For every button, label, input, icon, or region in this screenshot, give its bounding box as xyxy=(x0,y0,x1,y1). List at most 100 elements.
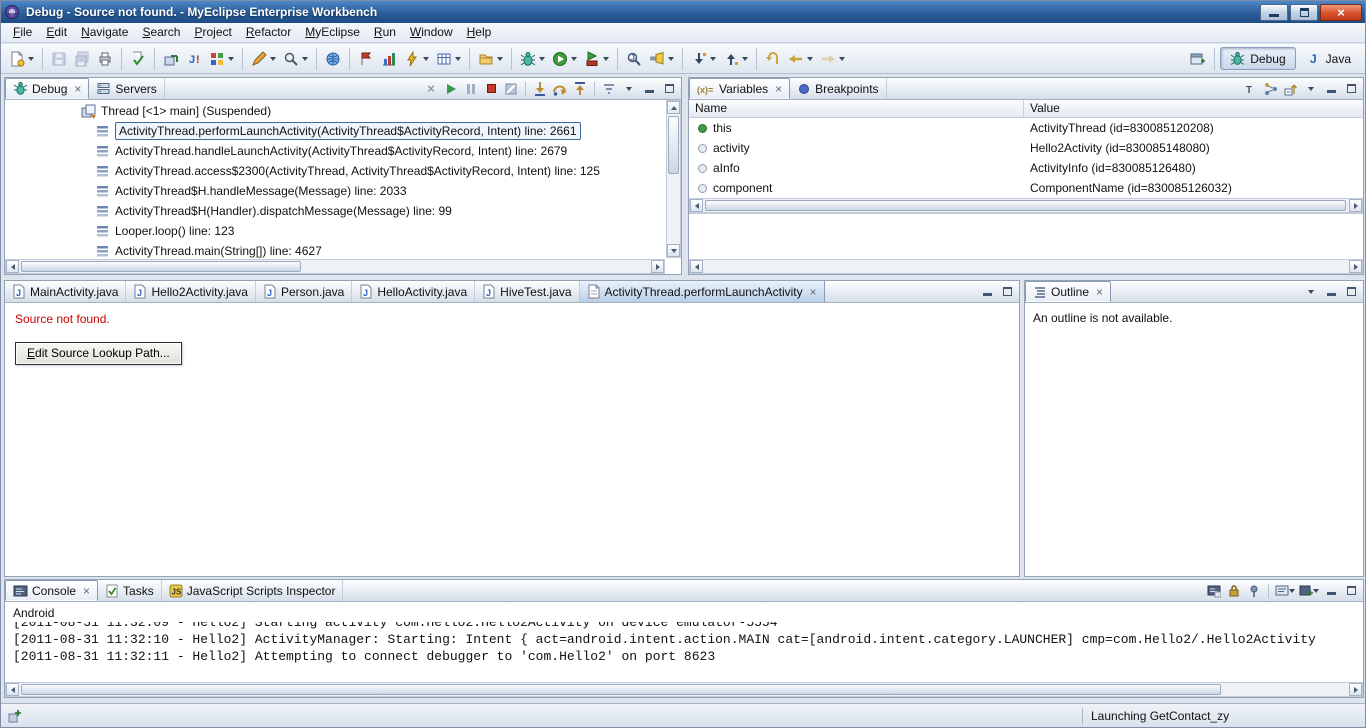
detail-horizontal-scrollbar[interactable] xyxy=(689,259,1363,274)
menu-run[interactable]: Run xyxy=(367,23,403,42)
scrollbar-thumb[interactable] xyxy=(21,684,1221,695)
scroll-left-button[interactable] xyxy=(690,199,703,212)
maximize-view-icon[interactable] xyxy=(661,80,677,98)
scroll-down-button[interactable] xyxy=(667,244,680,257)
perspective-debug-button[interactable]: Debug xyxy=(1220,47,1296,70)
resume-icon[interactable] xyxy=(443,80,459,98)
scrollbar-thumb[interactable] xyxy=(21,261,301,272)
tab-variables[interactable]: (x)= Variables × xyxy=(689,78,791,99)
menu-help[interactable]: Help xyxy=(460,23,499,42)
scroll-left-button[interactable] xyxy=(6,260,19,273)
menu-window[interactable]: Window xyxy=(403,23,460,42)
open-type-button[interactable]: J xyxy=(623,47,645,71)
scroll-left-button[interactable] xyxy=(690,260,703,273)
scroll-left-button[interactable] xyxy=(6,683,19,696)
column-header-value[interactable]: Value xyxy=(1024,100,1363,117)
deploy-to-server-button[interactable] xyxy=(160,47,182,71)
minimize-view-icon[interactable] xyxy=(641,80,657,98)
stack-frame-row[interactable]: ActivityThread.main(String[]) line: 4627 xyxy=(5,241,665,258)
menu-edit[interactable]: Edit xyxy=(39,23,74,42)
debug-button[interactable] xyxy=(517,47,548,71)
stack-frame-row[interactable]: ActivityThread$H.handleMessage(Message) … xyxy=(5,181,665,201)
tab-outline[interactable]: Outline × xyxy=(1025,281,1112,302)
menu-file[interactable]: File xyxy=(6,23,39,42)
disconnect-icon[interactable] xyxy=(503,80,519,98)
close-tab-icon[interactable]: × xyxy=(810,286,817,298)
variable-row[interactable]: component ComponentName (id=830085126032… xyxy=(689,178,1363,198)
console-output[interactable]: Android [2011-08-31 11:32:09 - Hello2] S… xyxy=(5,602,1363,681)
editor-tab[interactable]: J Person.java xyxy=(256,281,353,302)
minimize-view-icon[interactable] xyxy=(1323,283,1339,301)
view-menu-icon[interactable] xyxy=(1303,80,1319,98)
variables-detail-pane[interactable] xyxy=(689,213,1363,259)
stack-frame-row[interactable]: Looper.loop() line: 123 xyxy=(5,221,665,241)
scroll-right-button[interactable] xyxy=(1349,683,1362,696)
tab-breakpoints[interactable]: Breakpoints xyxy=(790,78,887,99)
run-button[interactable] xyxy=(549,47,580,71)
run-jsp-button[interactable]: J! xyxy=(183,47,205,71)
editor-tab[interactable]: J HelloActivity.java xyxy=(352,281,476,302)
tab-console[interactable]: Console × xyxy=(5,580,99,601)
stack-frame-row[interactable]: ActivityThread.access$2300(ActivityThrea… xyxy=(5,161,665,181)
menu-myeclipse[interactable]: MyEclipse xyxy=(298,23,367,42)
tab-javascript-inspector[interactable]: JS JavaScript Scripts Inspector xyxy=(162,580,344,601)
thread-row[interactable]: Thread [<1> main] (Suspended) xyxy=(5,101,665,121)
visual-editor-palette-button[interactable] xyxy=(206,47,237,71)
close-tab-icon[interactable]: × xyxy=(775,83,782,95)
save-button[interactable] xyxy=(48,47,70,71)
variable-row[interactable]: this ActivityThread (id=830085120208) xyxy=(689,118,1363,138)
last-edit-location-button[interactable] xyxy=(762,47,784,71)
collapse-all-icon[interactable] xyxy=(1283,80,1299,98)
save-all-button[interactable] xyxy=(71,47,93,71)
edit-source-lookup-path-button[interactable]: Edit Source Lookup Path... xyxy=(15,342,182,365)
close-tab-icon[interactable]: × xyxy=(1096,286,1103,298)
close-button[interactable]: × xyxy=(1320,3,1362,21)
display-selected-console-icon[interactable] xyxy=(1275,582,1295,600)
pin-console-icon[interactable] xyxy=(1246,582,1262,600)
forward-button[interactable] xyxy=(817,47,848,71)
validate-button[interactable] xyxy=(127,47,149,71)
terminate-icon[interactable] xyxy=(483,80,499,98)
editor-tab[interactable]: J HiveTest.java xyxy=(475,281,580,302)
show-type-names-icon[interactable]: T xyxy=(1243,80,1259,98)
maximize-view-icon[interactable] xyxy=(1343,283,1359,301)
close-tab-icon[interactable]: × xyxy=(74,83,81,95)
debug-vertical-scrollbar[interactable] xyxy=(666,100,681,258)
remove-terminated-icon[interactable]: × xyxy=(423,80,439,98)
step-filters-icon[interactable] xyxy=(601,80,617,98)
maximize-view-icon[interactable] xyxy=(999,283,1015,301)
menu-navigate[interactable]: Navigate xyxy=(74,23,135,42)
view-menu-icon[interactable] xyxy=(621,80,637,98)
variable-row[interactable]: activity Hello2Activity (id=830085148080… xyxy=(689,138,1363,158)
editor-tab[interactable]: J Hello2Activity.java xyxy=(126,281,256,302)
previous-annotation-button[interactable] xyxy=(720,47,751,71)
editor-tab[interactable]: J MainActivity.java xyxy=(5,281,127,302)
column-header-name[interactable]: Name xyxy=(689,100,1024,117)
menu-project[interactable]: Project xyxy=(187,23,238,42)
back-button[interactable] xyxy=(785,47,816,71)
open-console-icon[interactable] xyxy=(1299,582,1319,600)
step-over-icon[interactable] xyxy=(552,80,568,98)
stack-frame-row[interactable]: ActivityThread$H(Handler).dispatchMessag… xyxy=(5,201,665,221)
open-folder-button[interactable] xyxy=(475,47,506,71)
step-return-icon[interactable] xyxy=(572,80,588,98)
database-table-button[interactable] xyxy=(433,47,464,71)
tab-servers[interactable]: Servers xyxy=(89,78,165,99)
minimize-view-icon[interactable] xyxy=(979,283,995,301)
console-horizontal-scrollbar[interactable] xyxy=(5,682,1363,697)
minimize-view-icon[interactable] xyxy=(1323,582,1339,600)
report-chart-button[interactable] xyxy=(378,47,400,71)
new-wizard-button[interactable] xyxy=(6,47,37,71)
scroll-right-button[interactable] xyxy=(651,260,664,273)
tab-tasks[interactable]: Tasks xyxy=(98,580,162,601)
maximize-button[interactable] xyxy=(1290,3,1318,21)
suspend-icon[interactable] xyxy=(463,80,479,98)
minimize-view-icon[interactable] xyxy=(1323,80,1339,98)
minimize-button[interactable] xyxy=(1260,3,1288,21)
run-external-tools-button[interactable] xyxy=(581,47,612,71)
maximize-view-icon[interactable] xyxy=(1343,582,1359,600)
flag-button[interactable] xyxy=(355,47,377,71)
variable-row[interactable]: aInfo ActivityInfo (id=830085126480) xyxy=(689,158,1363,178)
scrollbar-thumb[interactable] xyxy=(668,116,679,174)
perspective-java-button[interactable]: J Java xyxy=(1297,48,1360,69)
